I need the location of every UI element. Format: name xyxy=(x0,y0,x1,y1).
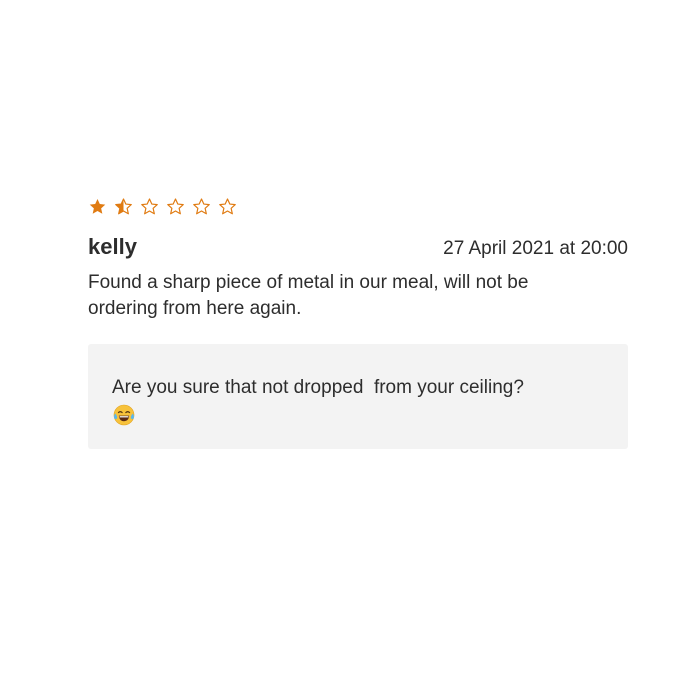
star-empty-icon xyxy=(192,197,211,216)
review-date: 27 April 2021 at 20:00 xyxy=(443,238,628,259)
star-rating xyxy=(88,196,628,216)
star-full-icon xyxy=(88,197,107,216)
owner-reply: Are you sure that not dropped from your … xyxy=(88,344,628,449)
review-author: kelly xyxy=(88,234,137,259)
reply-text: Are you sure that not dropped from your … xyxy=(112,377,524,398)
star-empty-icon xyxy=(218,197,237,216)
review-header: kelly 27 April 2021 at 20:00 xyxy=(88,234,628,260)
review-body: Found a sharp piece of metal in our meal… xyxy=(88,272,529,319)
star-empty-icon xyxy=(140,197,159,216)
star-half-icon xyxy=(114,197,133,216)
review-card: kelly 27 April 2021 at 20:00 Found a sha… xyxy=(88,196,628,322)
tears-of-joy-emoji-icon xyxy=(112,403,136,427)
star-empty-icon xyxy=(166,197,185,216)
